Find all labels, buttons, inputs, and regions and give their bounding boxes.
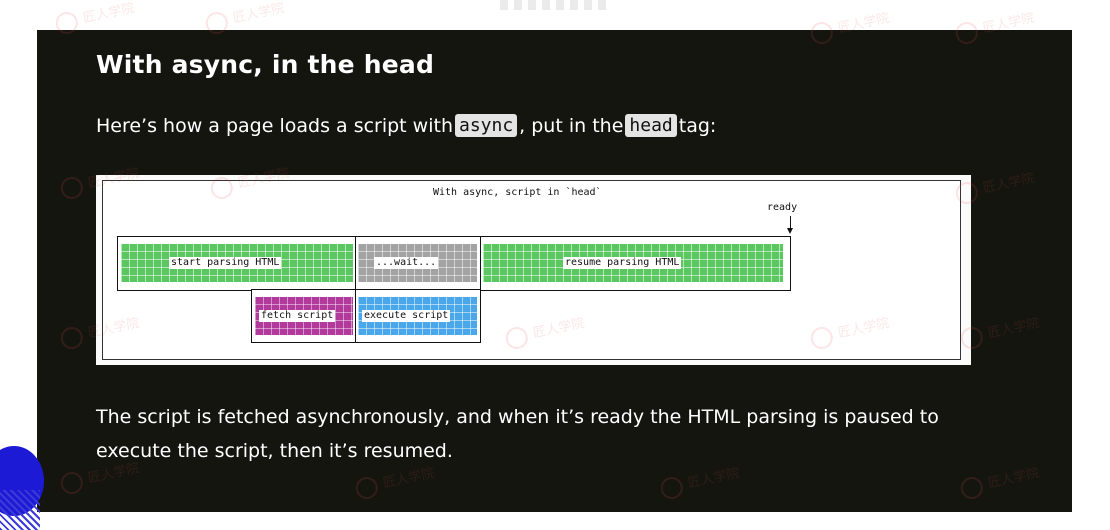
outro-paragraph: The script is fetched asynchronously, an… [96, 406, 939, 462]
track-divider [480, 237, 481, 290]
track-divider [355, 290, 356, 342]
diagram-frame: With async, script in `head` ready start… [102, 180, 961, 360]
code-async: async [454, 114, 518, 137]
ready-arrow-icon [787, 228, 793, 234]
decorative-hatch [0, 490, 40, 530]
segment-label: start parsing HTML [169, 257, 282, 269]
segment-label: execute script [362, 310, 451, 322]
segment-execute-script: execute script [358, 297, 477, 335]
segment-resume-parsing: resume parsing HTML [483, 244, 783, 282]
track-divider [355, 237, 356, 290]
code-head: head [625, 114, 677, 137]
ready-label: ready [767, 202, 798, 213]
slide-heading: With async, in the head [96, 50, 435, 79]
main-track: start parsing HTML ...wait... resume par… [117, 236, 791, 291]
slide: With async, in the head Here’s how a pag… [37, 30, 1072, 512]
intro-text-start: Here’s how a page loads a script with [96, 114, 453, 137]
intro-paragraph: Here’s how a page loads a script with as… [96, 114, 716, 137]
script-track: fetch script execute script [251, 289, 481, 343]
intro-text-end: tag: [678, 114, 717, 137]
segment-fetch-script: fetch script [255, 297, 353, 335]
top-edge-fragment [500, 0, 610, 10]
loading-diagram: With async, script in `head` ready start… [96, 175, 971, 365]
segment-label: ...wait... [374, 257, 439, 269]
segment-label: resume parsing HTML [563, 257, 682, 269]
intro-text-middle: , put in the [519, 114, 624, 137]
segment-start-parsing: start parsing HTML [121, 244, 353, 282]
diagram-title: With async, script in `head` [433, 187, 602, 198]
segment-label: fetch script [259, 310, 336, 322]
segment-wait: ...wait... [358, 244, 477, 282]
